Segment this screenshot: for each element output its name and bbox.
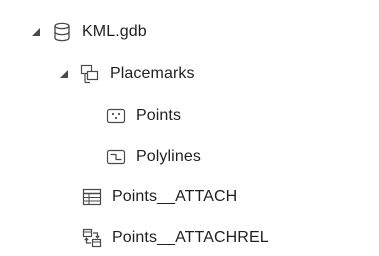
table-icon bbox=[82, 187, 102, 207]
tree-node-kml-gdb[interactable]: KML.gdb bbox=[30, 20, 147, 44]
expanded-arrow-icon[interactable] bbox=[58, 68, 70, 80]
point-feature-class-icon bbox=[106, 106, 126, 126]
geodatabase-icon bbox=[52, 22, 72, 42]
polyline-feature-class-icon bbox=[106, 147, 126, 167]
catalog-tree: KML.gdb Placemarks Points Polylines Poin… bbox=[0, 0, 379, 256]
tree-node-label: Points__ATTACHREL bbox=[112, 229, 269, 246]
tree-node-placemarks[interactable]: Placemarks bbox=[58, 62, 195, 86]
tree-node-points[interactable]: Points bbox=[106, 104, 181, 128]
tree-node-label: Placemarks bbox=[110, 65, 195, 82]
tree-node-label: Polylines bbox=[136, 148, 201, 165]
tree-node-label: Points__ATTACH bbox=[112, 188, 238, 205]
relationship-class-icon bbox=[82, 228, 102, 248]
expanded-arrow-icon[interactable] bbox=[30, 26, 42, 38]
tree-node-label: Points bbox=[136, 107, 182, 124]
tree-node-points-attach[interactable]: Points__ATTACH bbox=[82, 185, 237, 209]
feature-dataset-icon bbox=[80, 64, 100, 84]
tree-node-points-attachrel[interactable]: Points__ATTACHREL bbox=[82, 226, 269, 250]
tree-node-label: KML.gdb bbox=[82, 23, 147, 40]
tree-node-polylines[interactable]: Polylines bbox=[106, 145, 201, 169]
